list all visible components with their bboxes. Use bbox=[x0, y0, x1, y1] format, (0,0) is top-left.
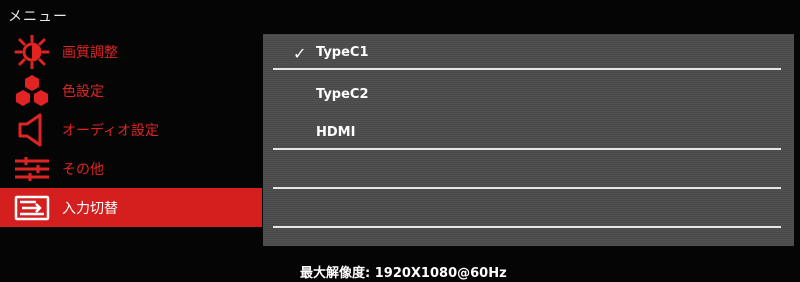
option-empty-1 bbox=[263, 153, 794, 189]
checkmark-icon: ✓ bbox=[293, 44, 307, 63]
menu-item-color[interactable]: 色設定 bbox=[0, 71, 262, 110]
menu-item-label: 画質調整 bbox=[62, 44, 118, 61]
sliders-icon bbox=[8, 152, 56, 186]
input-switch-icon bbox=[8, 191, 56, 225]
menu-item-label: 入力切替 bbox=[62, 200, 118, 217]
menu-item-input-source[interactable]: 入力切替 bbox=[0, 188, 262, 227]
menu-item-label: その他 bbox=[62, 161, 104, 178]
brightness-icon bbox=[8, 34, 56, 69]
max-resolution-status: 最大解像度: 1920X1080@60Hz bbox=[300, 266, 507, 281]
divider bbox=[273, 68, 781, 70]
color-hexagons-icon bbox=[8, 74, 56, 108]
menu-title: メニュー bbox=[8, 9, 68, 25]
menu-item-other[interactable]: その他 bbox=[0, 149, 262, 188]
menu-item-picture[interactable]: 画質調整 bbox=[0, 32, 262, 71]
speaker-icon bbox=[8, 113, 56, 147]
menu-item-audio[interactable]: オーディオ設定 bbox=[0, 110, 262, 149]
divider bbox=[273, 187, 781, 189]
input-options-panel: ✓ TypeC1 TypeC2 HDMI bbox=[263, 34, 794, 246]
option-label: TypeC2 bbox=[316, 87, 369, 102]
menu-item-label: オーディオ設定 bbox=[62, 122, 160, 139]
option-typec2[interactable]: TypeC2 bbox=[263, 76, 794, 112]
option-hdmi[interactable]: HDMI bbox=[263, 114, 794, 150]
option-empty-2 bbox=[263, 192, 794, 228]
option-typec1[interactable]: ✓ TypeC1 bbox=[263, 34, 794, 70]
main-menu: 画質調整 色設定 オーディオ設定 その他 入力切替 bbox=[0, 32, 262, 227]
option-label: TypeC1 bbox=[316, 45, 369, 60]
divider bbox=[273, 226, 781, 228]
menu-item-label: 色設定 bbox=[62, 83, 104, 100]
option-label: HDMI bbox=[316, 125, 356, 140]
divider bbox=[273, 148, 781, 150]
